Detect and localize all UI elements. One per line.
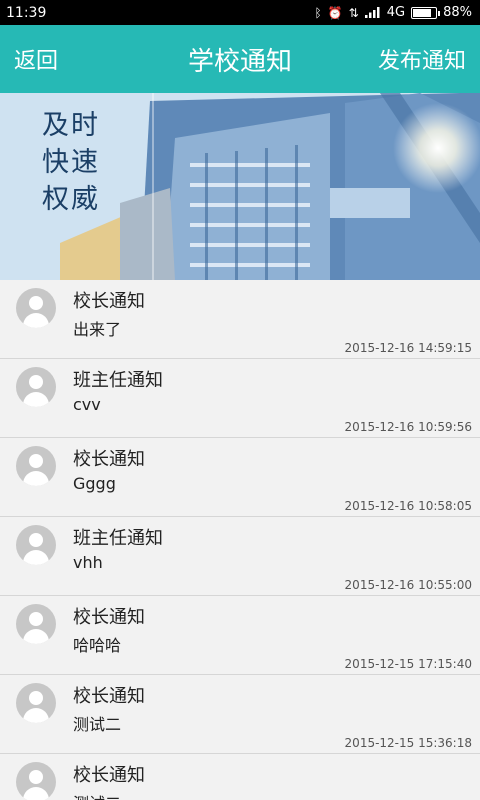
notification-sender: 校长通知 <box>73 449 145 470</box>
avatar-icon <box>16 288 56 328</box>
data-transfer-icon: ⇅ <box>348 5 359 20</box>
notification-time: 2015-12-16 10:58:05 <box>344 499 472 513</box>
notification-sender: 班主任通知 <box>73 528 163 549</box>
notification-content: 测试二 <box>73 715 122 734</box>
notification-item[interactable]: 校长通知 测试二 <box>0 754 480 800</box>
avatar-icon <box>16 762 56 800</box>
notification-time: 2015-12-16 10:59:56 <box>344 420 472 434</box>
alarm-icon: ⏰ <box>327 5 343 20</box>
notification-time: 2015-12-15 15:36:18 <box>344 736 472 750</box>
notification-item[interactable]: 校长通知 哈哈哈 2015-12-15 17:15:40 <box>0 596 480 675</box>
notification-sender: 校长通知 <box>73 291 145 312</box>
notification-content: 出来了 <box>73 320 122 339</box>
notification-sender: 校长通知 <box>73 686 145 707</box>
notification-content: Gggg <box>73 474 116 493</box>
notification-content: vhh <box>73 553 103 572</box>
battery-percentage: 88% <box>443 5 472 20</box>
notification-item[interactable]: 班主任通知 cvv 2015-12-16 10:59:56 <box>0 359 480 438</box>
notification-time: 2015-12-16 14:59:15 <box>344 341 472 355</box>
notification-item[interactable]: 校长通知 测试二 2015-12-15 15:36:18 <box>0 675 480 754</box>
title-bar: 返回 学校通知 发布通知 <box>0 25 480 93</box>
avatar-icon <box>16 525 56 565</box>
notification-sender: 校长通知 <box>73 765 145 786</box>
notification-content: 测试二 <box>73 790 121 800</box>
school-banner: 及时 快速 权威 <box>0 93 480 280</box>
back-button[interactable]: 返回 <box>14 43 58 75</box>
notification-sender: 校长通知 <box>73 607 145 628</box>
status-bar: 11:39 ᛒ ⏰ ⇅ 4G 88% <box>0 0 480 25</box>
network-type: 4G <box>386 5 406 20</box>
status-icons: ᛒ ⏰ ⇅ 4G 88% <box>315 5 472 20</box>
signal-icon <box>364 6 381 20</box>
status-time: 11:39 <box>6 4 47 21</box>
notification-list: 校长通知 出来了 2015-12-16 14:59:15 班主任通知 cvv 2… <box>0 280 480 800</box>
avatar-icon <box>16 604 56 644</box>
notification-item[interactable]: 校长通知 Gggg 2015-12-16 10:58:05 <box>0 438 480 517</box>
bluetooth-icon: ᛒ <box>314 5 322 20</box>
notification-item[interactable]: 校长通知 出来了 2015-12-16 14:59:15 <box>0 280 480 359</box>
battery-icon <box>411 6 441 19</box>
avatar-icon <box>16 367 56 407</box>
publish-notice-button[interactable]: 发布通知 <box>378 43 466 75</box>
notification-time: 2015-12-15 17:15:40 <box>344 657 472 671</box>
slogan-line: 快速 <box>42 147 100 178</box>
notification-item[interactable]: 班主任通知 vhh 2015-12-16 10:55:00 <box>0 517 480 596</box>
avatar-icon <box>16 446 56 486</box>
notification-time: 2015-12-16 10:55:00 <box>344 578 472 592</box>
banner-slogan: 及时 快速 权威 <box>42 107 102 218</box>
notification-sender: 班主任通知 <box>73 370 163 391</box>
slogan-line: 权威 <box>42 184 100 215</box>
notification-content: cvv <box>73 395 101 414</box>
avatar-icon <box>16 683 56 723</box>
notification-content: 哈哈哈 <box>73 636 122 655</box>
slogan-line: 及时 <box>42 110 100 141</box>
